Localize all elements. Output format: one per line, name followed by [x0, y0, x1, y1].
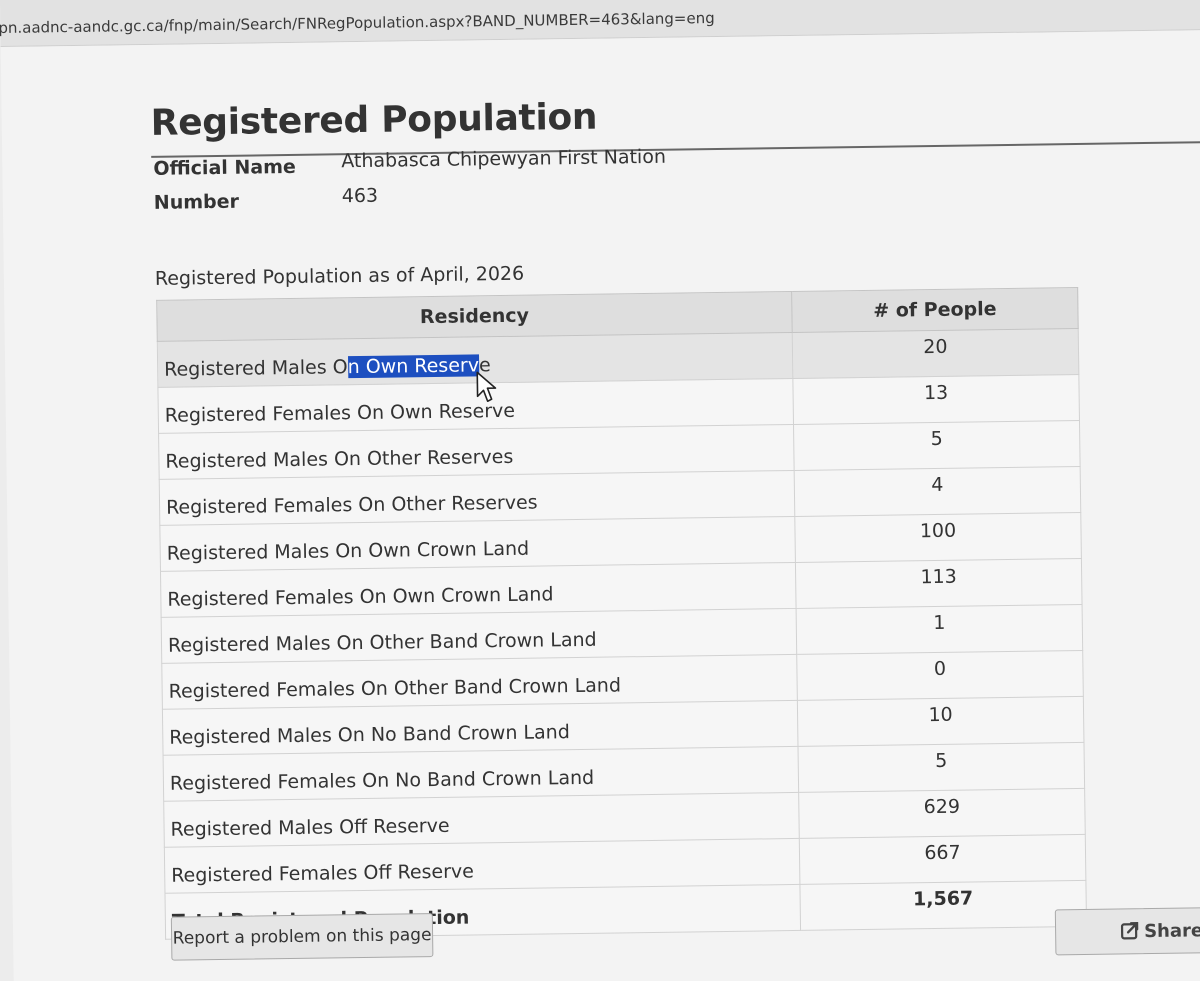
- report-problem-button[interactable]: Report a problem on this page: [170, 913, 434, 961]
- page-content: Registered Population Official Name Atha…: [0, 29, 1200, 981]
- total-value: 1,567: [799, 880, 1087, 931]
- residency-text-before: Registered Males O: [164, 356, 348, 381]
- people-cell: 20: [792, 328, 1079, 379]
- selected-text[interactable]: n Own Reserv: [347, 354, 480, 379]
- mouse-cursor-icon: [476, 371, 497, 403]
- page-title: Registered Population: [150, 96, 598, 144]
- people-header: # of People: [791, 287, 1079, 333]
- people-cell: 13: [792, 374, 1080, 425]
- share-icon: [1120, 921, 1139, 940]
- official-name-value: Athabasca Chipewyan First Nation: [341, 145, 667, 173]
- title-divider: [151, 140, 1200, 158]
- share-label: Share th: [1143, 919, 1200, 942]
- number-label: Number: [153, 190, 240, 214]
- share-button[interactable]: Share th: [1054, 906, 1200, 956]
- people-cell: 5: [797, 742, 1085, 793]
- people-cell: 667: [799, 834, 1086, 885]
- screen: pn.aadnc-aandc.gc.ca/fnp/main/Search/FNR…: [0, 0, 1200, 981]
- people-cell: 4: [794, 466, 1081, 517]
- people-cell: 5: [793, 420, 1081, 471]
- people-cell: 629: [798, 788, 1086, 839]
- official-name-label: Official Name: [153, 155, 296, 180]
- people-cell: 10: [797, 696, 1084, 747]
- people-cell: 0: [796, 650, 1084, 701]
- population-caption: Registered Population as of April, 2026: [154, 262, 525, 290]
- people-cell: 1: [796, 604, 1083, 655]
- population-table: Residency # of People Registered Males O…: [156, 286, 1088, 940]
- people-cell: 100: [794, 512, 1082, 563]
- people-cell: 113: [795, 558, 1083, 609]
- number-value: 463: [341, 184, 379, 208]
- url-text[interactable]: pn.aadnc-aandc.gc.ca/fnp/main/Search/FNR…: [0, 9, 715, 37]
